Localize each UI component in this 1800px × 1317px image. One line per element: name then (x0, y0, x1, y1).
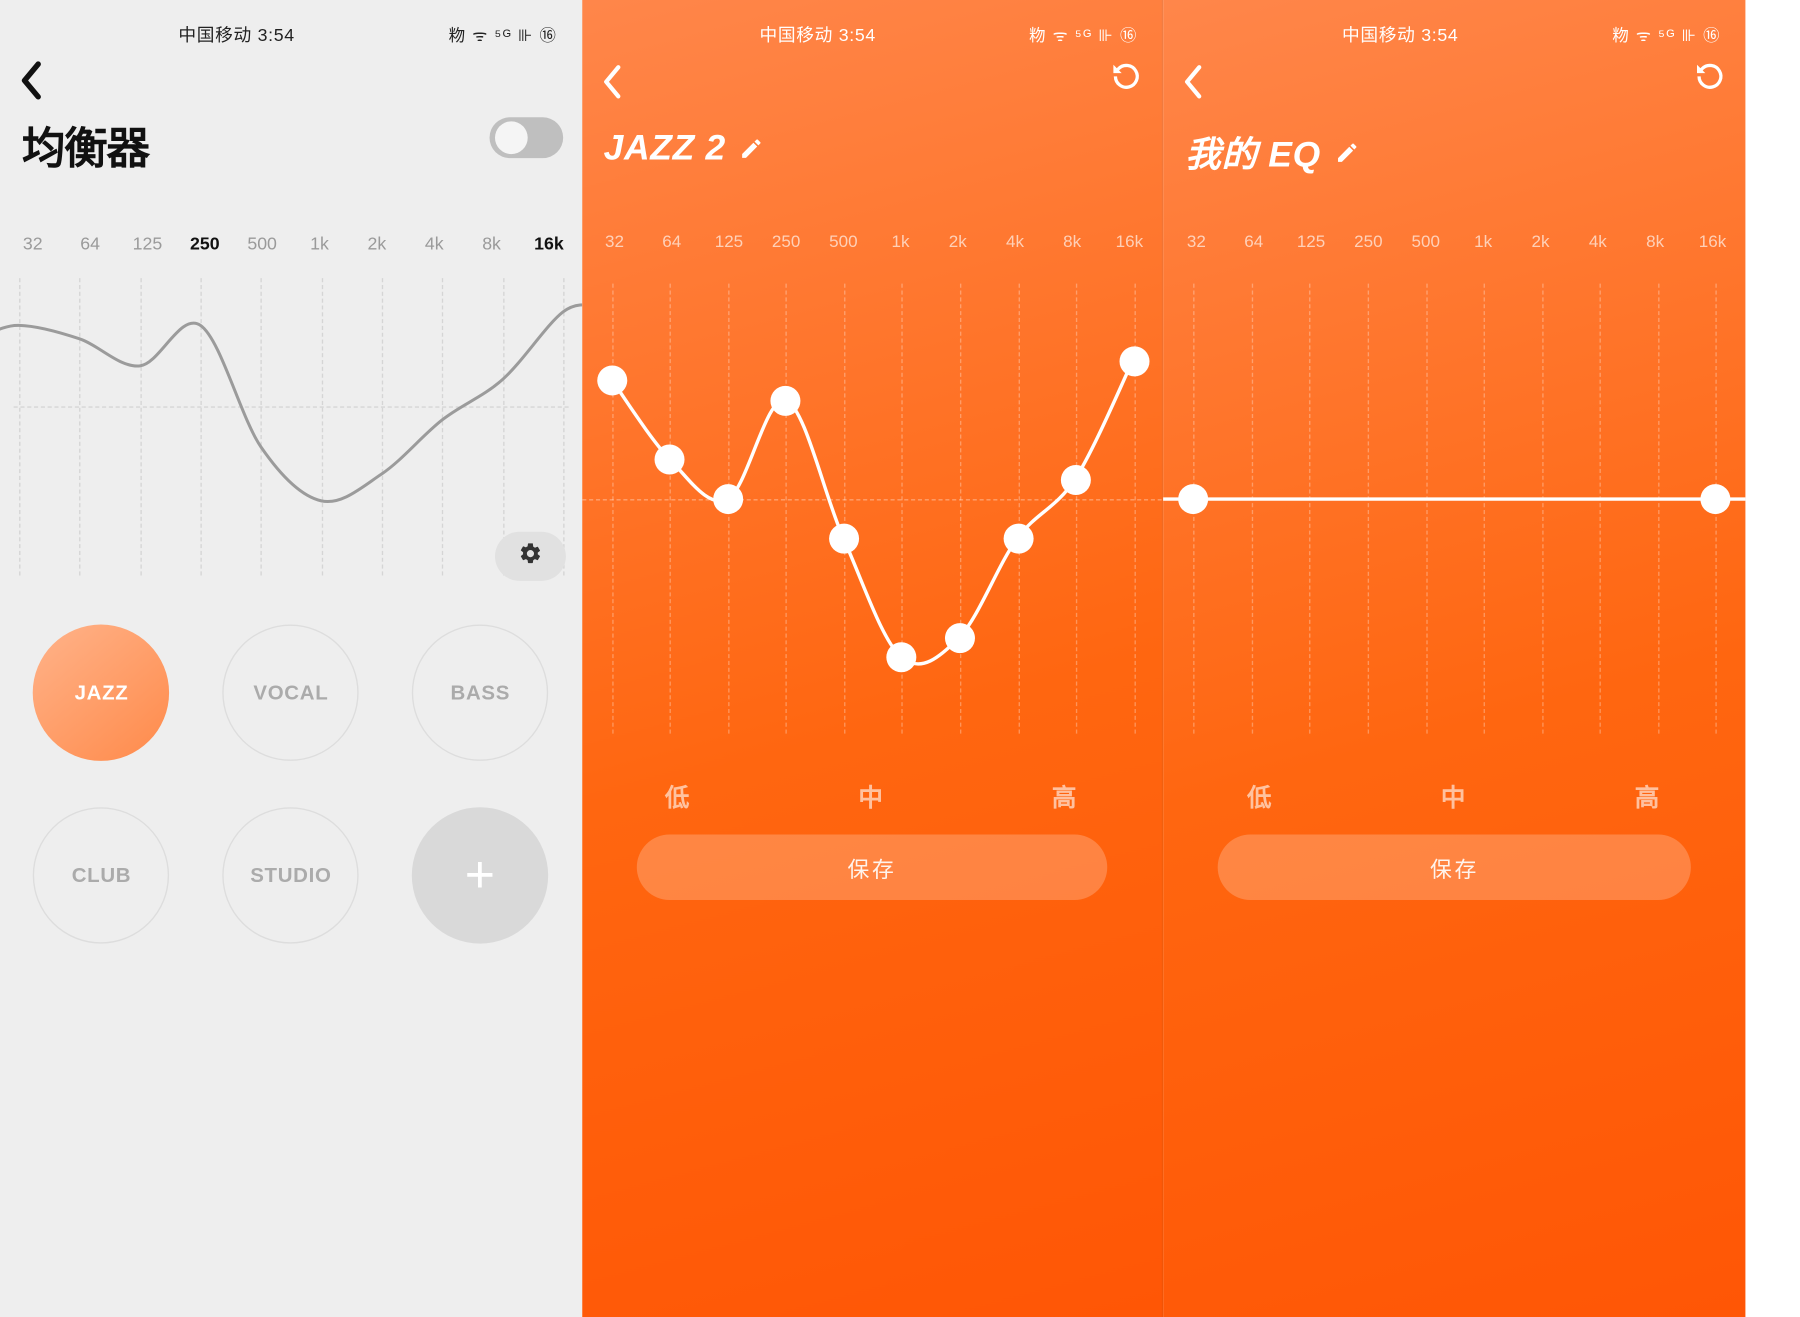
status-indicators: 粅 ᯤ ⁵ᴳ ⊪ ⑯ (1612, 23, 1721, 46)
freq-label: 250 (770, 232, 803, 251)
status-bar: 中国移动 3:54 粅 ᯤ ⁵ᴳ ⊪ ⑯ (0, 0, 582, 49)
freq-label: 125 (713, 232, 746, 251)
freq-label: 32 (16, 233, 49, 253)
band-tab[interactable]: 中 (1441, 779, 1468, 814)
preset-title: JAZZ 2 (604, 127, 726, 169)
freq-label: 250 (1352, 232, 1385, 251)
eq-curve (0, 278, 582, 575)
status-bar: 中国移动 3:54 粅 ᯤ ⁵ᴳ ⊪ ⑯ (582, 0, 1162, 49)
status-carrier-time: 中国移动 3:54 (1188, 20, 1612, 46)
freq-label: 1k (303, 233, 336, 253)
preset-title-row: JAZZ 2 (604, 127, 764, 169)
freq-label: 2k (361, 233, 394, 253)
undo-icon (1694, 75, 1727, 98)
freq-label: 8k (475, 233, 508, 253)
preset-title-row: 我的 EQ (1185, 127, 1359, 177)
freq-label: 4k (1581, 232, 1614, 251)
preset-title: 我的 EQ (1185, 127, 1320, 177)
settings-button[interactable] (495, 532, 566, 581)
reset-button[interactable] (1110, 60, 1143, 100)
status-indicators: 粅 ᯤ ⁵ᴳ ⊪ ⑯ (449, 23, 558, 46)
preset-studio[interactable]: STUDIO (223, 807, 359, 943)
save-button[interactable]: 保存 (636, 835, 1107, 900)
freq-label: 125 (131, 233, 164, 253)
eq-handle[interactable] (597, 365, 627, 395)
edit-icon[interactable] (1334, 140, 1359, 165)
undo-icon (1110, 75, 1143, 98)
edit-icon[interactable] (740, 136, 765, 161)
preset-grid: JAZZ VOCAL BASS CLUB STUDIO + (0, 597, 582, 1317)
freq-label: 500 (246, 233, 279, 253)
band-tab[interactable]: 低 (665, 779, 692, 814)
eq-handle[interactable] (1119, 346, 1149, 376)
status-carrier-time: 中国移动 3:54 (25, 20, 449, 46)
freq-label: 8k (1639, 232, 1672, 251)
freq-label: 2k (1524, 232, 1557, 251)
eq-handle[interactable] (771, 385, 801, 415)
eq-handle[interactable] (1061, 464, 1091, 494)
freq-label: 64 (655, 232, 688, 251)
eq-handle[interactable] (945, 622, 975, 652)
band-tab[interactable]: 高 (1635, 779, 1662, 814)
freq-label: 4k (999, 232, 1032, 251)
band-tab[interactable]: 中 (858, 779, 885, 814)
freq-label: 32 (1180, 232, 1213, 251)
screen-eq-edit-jazz2: 中国移动 3:54 粅 ᯤ ⁵ᴳ ⊪ ⑯ JAZZ 2 32 64 125 250 50… (582, 0, 1164, 1317)
screen-eq-edit-myeq: 中国移动 3:54 粅 ᯤ ⁵ᴳ ⊪ ⑯ 我的 EQ 32 64 125 250 500… (1164, 0, 1746, 1317)
freq-label: 125 (1295, 232, 1328, 251)
freq-label: 16k (533, 233, 566, 253)
back-button[interactable] (19, 60, 44, 108)
frequency-labels: 32 64 125 250 500 1k 2k 4k 8k 16k (1164, 232, 1746, 251)
page-title: 均衡器 (22, 115, 149, 178)
band-tab[interactable]: 高 (1052, 779, 1079, 814)
save-button-label: 保存 (847, 851, 896, 884)
add-preset-button[interactable]: + (412, 807, 548, 943)
freq-label: 8k (1056, 232, 1089, 251)
eq-toggle[interactable] (489, 117, 563, 158)
frequency-labels: 32 64 125 250 500 1k 2k 4k 8k 16k (0, 233, 582, 253)
screen-eq-list: 中国移动 3:54 粅 ᯤ ⁵ᴳ ⊪ ⑯ 均衡器 32 64 125 250 500 1k… (0, 0, 582, 1317)
freq-label: 2k (941, 232, 974, 251)
band-tabs: 低中高 (582, 766, 1162, 826)
eq-plot (582, 284, 1162, 734)
preset-jazz[interactable]: JAZZ (33, 625, 169, 761)
eq-handle[interactable] (829, 524, 859, 554)
freq-label: 500 (1409, 232, 1442, 251)
freq-label: 1k (1467, 232, 1500, 251)
freq-label: 16k (1696, 232, 1729, 251)
freq-label: 4k (418, 233, 451, 253)
eq-handle[interactable] (713, 484, 743, 514)
preset-club[interactable]: CLUB (33, 807, 169, 943)
freq-label: 250 (188, 233, 221, 253)
preset-bass[interactable]: BASS (412, 625, 548, 761)
freq-label: 1k (884, 232, 917, 251)
eq-handle[interactable] (1003, 524, 1033, 554)
freq-label: 64 (74, 233, 107, 253)
status-carrier-time: 中国移动 3:54 (606, 20, 1029, 46)
back-button[interactable] (1183, 63, 1205, 108)
status-bar: 中国移动 3:54 粅 ᯤ ⁵ᴳ ⊪ ⑯ (1164, 0, 1746, 49)
band-tabs: 低中高 (1164, 766, 1746, 826)
eq-plot (1164, 284, 1746, 734)
save-button[interactable]: 保存 (1218, 835, 1691, 900)
back-button[interactable] (601, 63, 623, 108)
frequency-labels: 32 64 125 250 500 1k 2k 4k 8k 16k (582, 232, 1162, 251)
reset-button[interactable] (1694, 60, 1727, 100)
gear-icon (518, 541, 543, 572)
freq-label: 32 (598, 232, 631, 251)
freq-label: 64 (1237, 232, 1270, 251)
save-button-label: 保存 (1430, 851, 1479, 884)
preset-vocal[interactable]: VOCAL (223, 625, 359, 761)
freq-label: 500 (827, 232, 860, 251)
status-indicators: 粅 ᯤ ⁵ᴳ ⊪ ⑯ (1029, 23, 1138, 46)
freq-label: 16k (1113, 232, 1146, 251)
band-tab[interactable]: 低 (1247, 779, 1274, 814)
